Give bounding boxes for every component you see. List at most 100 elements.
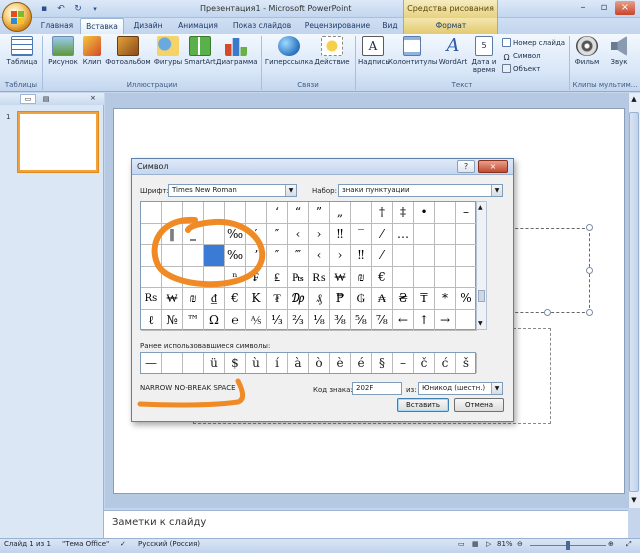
symbol-cell[interactable]: ʻ xyxy=(267,202,288,224)
header-footer-button[interactable]: Колонтитулы xyxy=(388,36,437,78)
office-button[interactable] xyxy=(2,2,32,32)
zoom-slider-thumb[interactable] xyxy=(566,541,570,550)
symbol-cell[interactable]: – xyxy=(456,202,477,224)
recent-symbol-cell[interactable] xyxy=(183,353,204,373)
symbol-cell[interactable]: ₯ xyxy=(288,288,309,310)
symbol-cell[interactable]: ″ xyxy=(267,245,288,267)
grid-scrollbar[interactable]: ▲ ▼ xyxy=(476,201,487,330)
symbol-cell[interactable]: ™ xyxy=(183,309,204,331)
symbol-cell[interactable]: ℓ xyxy=(141,309,162,331)
symbol-cell[interactable]: ₤ xyxy=(267,266,288,288)
tab-format[interactable]: Формат xyxy=(412,18,490,34)
symbol-cell[interactable] xyxy=(393,245,414,267)
slide-thumbnail[interactable] xyxy=(18,112,98,172)
customize-qat-icon[interactable]: ▾ xyxy=(89,3,101,15)
symbol-cell[interactable]: ‼ xyxy=(330,223,351,245)
symbol-cell[interactable]: ⁄ xyxy=(372,245,393,267)
symbol-cell[interactable]: ‼ xyxy=(351,245,372,267)
recent-symbol-cell[interactable]: $ xyxy=(225,353,246,373)
resize-handle[interactable] xyxy=(544,309,551,316)
scroll-up-icon[interactable]: ▲ xyxy=(478,204,483,211)
recent-symbol-cell[interactable]: § xyxy=(372,353,393,373)
resize-handle[interactable] xyxy=(586,309,593,316)
symbol-cell[interactable]: Ω xyxy=(204,309,225,331)
symbol-cell[interactable]: № xyxy=(162,309,183,331)
symbol-cell[interactable] xyxy=(456,223,477,245)
symbol-cell[interactable]: ₴ xyxy=(393,288,414,310)
symbol-cell[interactable]: ‹ xyxy=(309,245,330,267)
symbol-cell[interactable]: ₩ xyxy=(330,266,351,288)
date-time-button[interactable]: 5 Дата и время xyxy=(470,36,498,78)
symbol-cell[interactable]: ⅛ xyxy=(309,309,330,331)
outline-tab[interactable]: ▤ xyxy=(38,94,54,104)
recent-symbol-cell[interactable]: í xyxy=(267,353,288,373)
close-icon[interactable]: × xyxy=(615,1,635,15)
symbol-cell[interactable]: … xyxy=(393,223,414,245)
symbol-cell[interactable]: € xyxy=(372,266,393,288)
redo-icon[interactable]: ↻ xyxy=(72,3,84,15)
resize-handle[interactable] xyxy=(586,267,593,274)
photo-album-button[interactable]: Фотоальбом xyxy=(104,36,152,78)
symbol-cell[interactable] xyxy=(414,223,435,245)
symbol-cell[interactable]: ↑ xyxy=(414,309,435,331)
recent-symbol-cell[interactable]: à xyxy=(288,353,309,373)
symbol-cell[interactable]: • xyxy=(414,202,435,224)
tab-home[interactable]: Главная xyxy=(36,18,78,34)
dialog-close-button[interactable]: × xyxy=(478,160,508,173)
cancel-button[interactable]: Отмена xyxy=(454,398,504,412)
help-button[interactable]: ? xyxy=(457,160,475,173)
symbol-cell[interactable]: ‴ xyxy=(288,245,309,267)
object-button[interactable]: Объект xyxy=(502,64,540,75)
zoom-level[interactable]: 81% xyxy=(497,540,513,548)
scroll-down-icon[interactable]: ▼ xyxy=(478,320,483,327)
symbol-cell[interactable]: ‡ xyxy=(393,202,414,224)
symbol-cell[interactable]: ⅍ xyxy=(246,309,267,331)
symbol-cell[interactable]: * xyxy=(435,288,456,310)
recent-symbol-cell[interactable]: – xyxy=(393,353,414,373)
picture-button[interactable]: Рисунок xyxy=(46,36,80,78)
resize-handle[interactable] xyxy=(586,224,593,231)
symbol-cell[interactable]: ₮ xyxy=(267,288,288,310)
movie-button[interactable]: Фильм xyxy=(572,36,602,78)
pane-close-icon[interactable]: × xyxy=(90,94,96,102)
symbol-cell[interactable]: ₳ xyxy=(372,288,393,310)
recent-symbol-cell[interactable]: — xyxy=(141,353,162,373)
recent-symbol-cell[interactable]: ü xyxy=(204,353,225,373)
slides-tab[interactable]: ▭ xyxy=(20,94,36,104)
zoom-in-icon[interactable]: ⊕ xyxy=(608,540,614,548)
maximize-icon[interactable]: ▫ xyxy=(594,1,614,15)
code-input[interactable]: 202F xyxy=(352,382,402,395)
symbol-cell[interactable]: ₸ xyxy=(414,288,435,310)
sorter-view-icon[interactable]: ▦ xyxy=(472,540,479,548)
clipart-button[interactable]: Клип xyxy=(80,36,104,78)
hyperlink-button[interactable]: Гиперссылка xyxy=(264,36,314,78)
from-select[interactable]: Юникод (шестн.) ▼ xyxy=(418,382,503,395)
symbol-cell[interactable]: ⅓ xyxy=(267,309,288,331)
recent-symbol-cell[interactable]: ù xyxy=(246,353,267,373)
symbol-cell[interactable]: ” xyxy=(309,202,330,224)
tab-view[interactable]: Вид xyxy=(378,18,402,34)
recent-symbol-cell[interactable]: è xyxy=(330,353,351,373)
symbol-cell[interactable]: ⅞ xyxy=(372,309,393,331)
shapes-button[interactable]: Фигуры xyxy=(152,36,184,78)
symbol-cell[interactable]: ″ xyxy=(267,223,288,245)
symbol-cell[interactable]: ← xyxy=(393,309,414,331)
spellcheck-icon[interactable]: ✓ xyxy=(120,540,126,548)
symbol-cell[interactable]: ⅝ xyxy=(351,309,372,331)
minimize-icon[interactable]: – xyxy=(573,1,593,15)
selected-placeholder[interactable] xyxy=(505,228,590,313)
symbol-cell[interactable]: „ xyxy=(330,202,351,224)
textbox-button[interactable]: A Надпись xyxy=(358,36,390,78)
symbol-button[interactable]: Ω Символ xyxy=(502,51,540,62)
zoom-out-icon[interactable]: ⊖ xyxy=(517,540,523,548)
table-button[interactable]: Таблица xyxy=(4,36,40,78)
scroll-up-icon[interactable]: ▲ xyxy=(629,95,639,105)
action-button[interactable]: Действие xyxy=(314,36,350,78)
slide-number-button[interactable]: Номер слайда xyxy=(502,38,565,49)
symbol-cell[interactable]: ℮ xyxy=(225,309,246,331)
theme-status[interactable]: "Тема Office" xyxy=(62,540,109,548)
symbol-cell[interactable]: ₧ xyxy=(288,266,309,288)
recent-symbol-cell[interactable] xyxy=(162,353,183,373)
symbol-cell[interactable] xyxy=(393,266,414,288)
slideshow-view-icon[interactable]: ▷ xyxy=(486,540,491,548)
